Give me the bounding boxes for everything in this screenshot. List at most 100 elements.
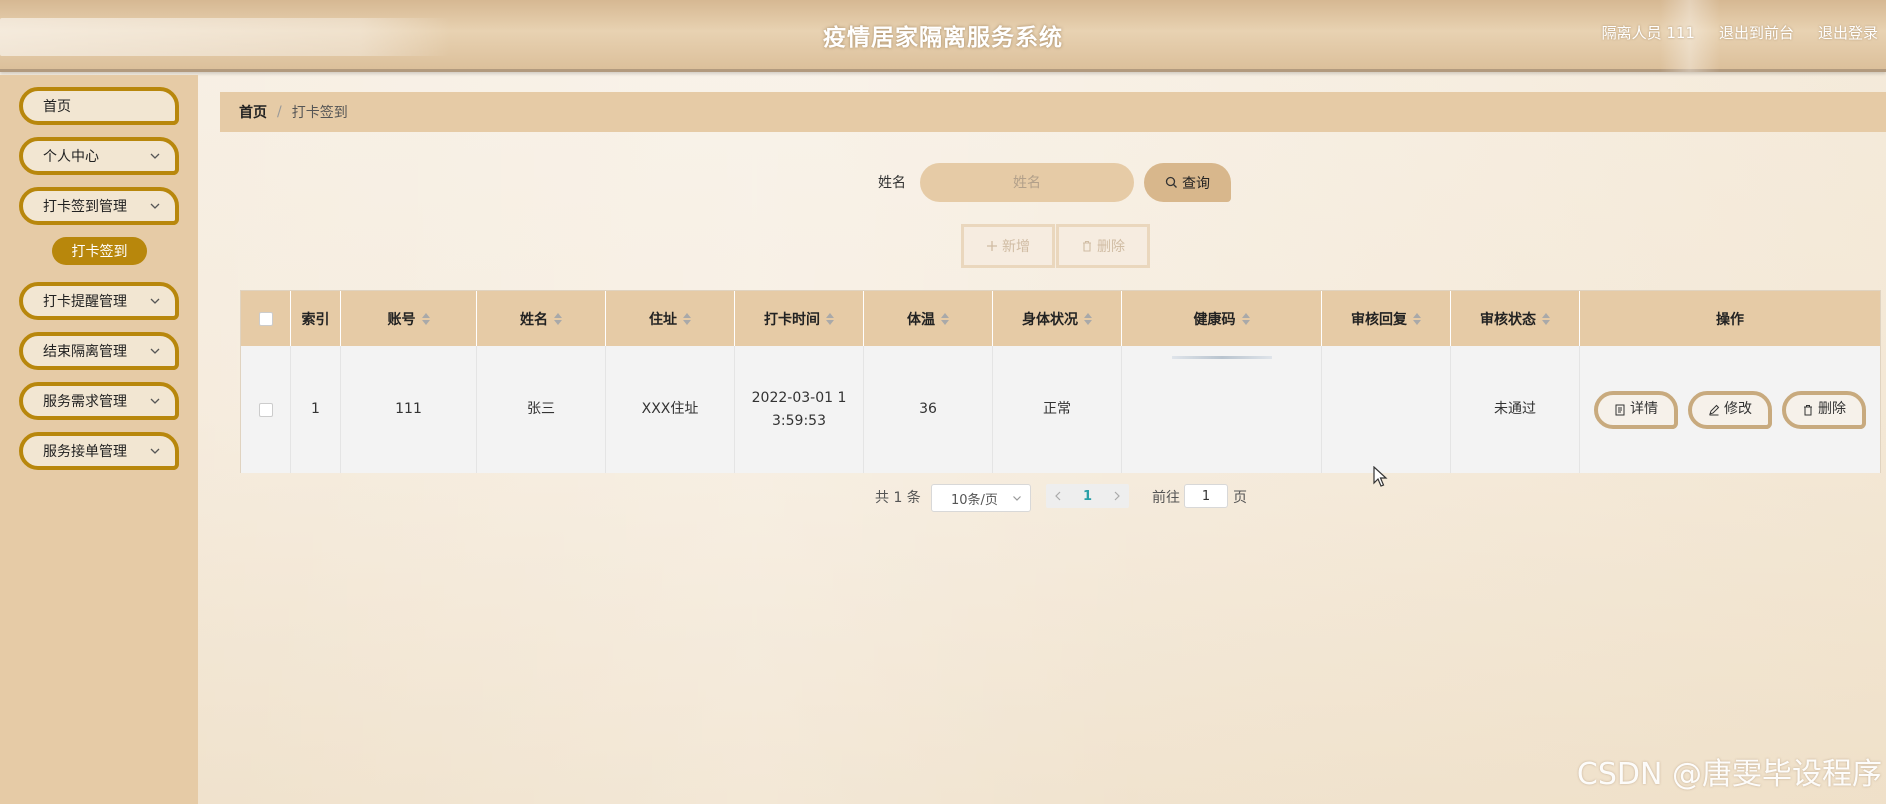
cell-condition: 正常 xyxy=(993,346,1122,473)
column-header-label: 体温 xyxy=(907,311,935,328)
submenu-item-checkin[interactable]: 打卡签到 xyxy=(52,237,147,265)
document-icon xyxy=(1615,404,1625,415)
sidebar-item-reminder-management[interactable]: 打卡提醒管理 xyxy=(19,282,179,320)
column-header[interactable]: 审核回复 xyxy=(1322,291,1451,346)
cell-review-reply xyxy=(1322,346,1451,473)
page-size-select[interactable]: 10条/页 xyxy=(931,484,1031,512)
column-header[interactable]: 身体状况 xyxy=(993,291,1122,346)
chevron-down-icon xyxy=(150,398,160,404)
goto-page-input[interactable] xyxy=(1184,484,1228,508)
column-header[interactable]: 账号 xyxy=(341,291,477,346)
sidebar: 首页 个人中心 打卡签到管理 打卡签到 打卡提醒管理 结束隔离管理 服务需求管理… xyxy=(0,75,198,804)
sidebar-item-label: 打卡签到管理 xyxy=(43,199,127,215)
sort-icon[interactable] xyxy=(1542,312,1550,325)
sort-icon[interactable] xyxy=(826,312,834,325)
column-header-label: 打卡时间 xyxy=(764,311,820,328)
sidebar-item-label: 服务接单管理 xyxy=(43,444,127,460)
sidebar-item-label: 服务需求管理 xyxy=(43,394,127,410)
plus-icon xyxy=(987,241,997,251)
cell-checkin-time: 2022-03-01 13:59:53 xyxy=(735,346,864,473)
search-button[interactable]: 查询 xyxy=(1144,163,1231,202)
sidebar-item-service-order-management[interactable]: 服务接单管理 xyxy=(19,432,179,470)
page-number[interactable]: 1 xyxy=(1083,489,1092,504)
trash-icon xyxy=(1804,404,1812,415)
sidebar-item-service-demand-management[interactable]: 服务需求管理 xyxy=(19,382,179,420)
chevron-down-icon xyxy=(150,448,160,454)
cell-name: 张三 xyxy=(477,346,606,473)
sort-icon[interactable] xyxy=(1084,312,1092,325)
table-row: 1 111 张三 XXX住址 2022-03-01 13:59:53 36 正常… xyxy=(241,346,1880,473)
column-header-label: 审核回复 xyxy=(1351,311,1407,328)
user-label[interactable]: 隔离人员 111 xyxy=(1602,22,1695,43)
pagination-total: 共 1 条 xyxy=(875,490,921,506)
add-button-label: 新增 xyxy=(1002,239,1030,255)
breadcrumb-current: 打卡签到 xyxy=(291,105,348,121)
column-header: 操作 xyxy=(1580,291,1880,346)
sidebar-item-home[interactable]: 首页 xyxy=(19,87,179,125)
page-size-value: 10条/页 xyxy=(951,492,998,508)
health-code-image[interactable] xyxy=(1171,356,1272,359)
column-header-label: 住址 xyxy=(649,311,677,328)
sidebar-item-label: 打卡提醒管理 xyxy=(43,294,127,310)
chevron-down-icon xyxy=(1013,496,1021,501)
column-header-label: 姓名 xyxy=(520,311,548,328)
sort-icon[interactable] xyxy=(1413,312,1421,325)
column-header[interactable]: 姓名 xyxy=(477,291,606,346)
chevron-up-icon xyxy=(150,203,160,209)
sidebar-item-checkin-management[interactable]: 打卡签到管理 xyxy=(19,187,179,225)
select-all-checkbox[interactable] xyxy=(258,311,273,326)
cell-review-status: 未通过 xyxy=(1451,346,1580,473)
cell-health-code xyxy=(1122,346,1322,473)
chevron-down-icon xyxy=(150,298,160,304)
column-header-label: 账号 xyxy=(387,311,416,328)
sort-icon[interactable] xyxy=(1241,312,1250,325)
edit-button[interactable]: 修改 xyxy=(1688,390,1772,429)
breadcrumb: 首页 / 打卡签到 xyxy=(220,92,1886,132)
batch-delete-button[interactable]: 删除 xyxy=(1056,224,1150,268)
column-header-label: 索引 xyxy=(301,311,330,328)
data-table: 索引 账号 姓名 住址 打卡时间 体温 身体状况 健康码 审核回复 审核状态 操… xyxy=(240,290,1881,473)
sidebar-item-label: 结束隔离管理 xyxy=(43,344,127,360)
column-header-label: 审核状态 xyxy=(1480,311,1536,328)
column-header[interactable]: 住址 xyxy=(606,291,735,346)
sort-icon[interactable] xyxy=(683,312,691,325)
goto-label: 前往 xyxy=(1152,490,1180,506)
column-header-label: 操作 xyxy=(1716,311,1744,328)
chevron-left-icon[interactable] xyxy=(1054,491,1062,501)
column-header[interactable]: 体温 xyxy=(864,291,993,346)
sidebar-item-personal-center[interactable]: 个人中心 xyxy=(19,137,179,175)
edit-button-label: 修改 xyxy=(1724,401,1752,417)
delete-button[interactable]: 删除 xyxy=(1782,390,1866,429)
name-search-input[interactable] xyxy=(920,163,1134,202)
top-header: 疫情居家隔离服务系统 隔离人员 111 退出到前台 退出登录 xyxy=(0,0,1886,72)
add-button[interactable]: 新增 xyxy=(961,224,1055,268)
chevron-down-icon xyxy=(150,153,160,159)
column-header[interactable]: 审核状态 xyxy=(1451,291,1580,346)
batch-delete-button-label: 删除 xyxy=(1097,239,1125,255)
detail-button-label: 详情 xyxy=(1630,401,1658,417)
sidebar-item-label: 首页 xyxy=(43,99,71,115)
sort-icon[interactable] xyxy=(421,312,430,325)
row-select-cell xyxy=(241,346,291,473)
select-all-cell xyxy=(241,291,291,346)
cell-account: 111 xyxy=(341,346,477,473)
column-header[interactable]: 打卡时间 xyxy=(735,291,864,346)
chevron-down-icon xyxy=(150,348,160,354)
detail-button[interactable]: 详情 xyxy=(1594,390,1678,429)
column-header[interactable]: 健康码 xyxy=(1122,291,1322,346)
page-unit-label: 页 xyxy=(1233,490,1247,506)
sort-icon[interactable] xyxy=(941,312,949,325)
breadcrumb-separator: / xyxy=(277,104,282,120)
exit-to-front-link[interactable]: 退出到前台 xyxy=(1719,22,1794,43)
breadcrumb-home[interactable]: 首页 xyxy=(239,102,267,122)
mouse-cursor-icon xyxy=(1373,466,1388,487)
search-label: 姓名 xyxy=(878,175,906,191)
search-icon xyxy=(1165,176,1177,188)
sort-icon[interactable] xyxy=(554,312,562,325)
top-nav: 隔离人员 111 退出到前台 退出登录 xyxy=(1602,22,1878,43)
row-checkbox[interactable] xyxy=(258,402,273,417)
chevron-right-icon[interactable] xyxy=(1113,491,1121,501)
sidebar-item-end-isolation-management[interactable]: 结束隔离管理 xyxy=(19,332,179,370)
column-header-label: 身体状况 xyxy=(1022,311,1078,328)
logout-link[interactable]: 退出登录 xyxy=(1818,22,1878,43)
